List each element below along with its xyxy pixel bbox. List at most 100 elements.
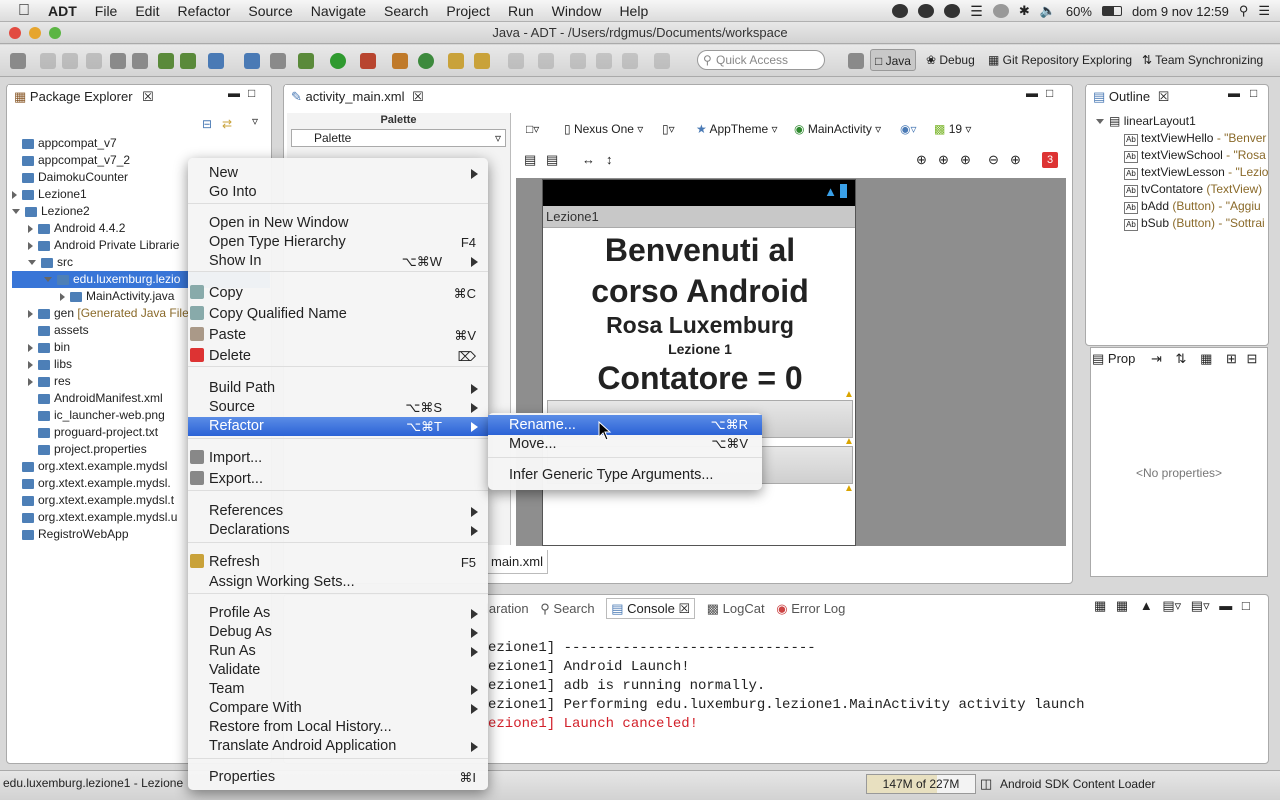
bluetooth-icon[interactable]: ✱ [1019, 3, 1030, 19]
debug-icon[interactable] [298, 53, 314, 69]
outline-item[interactable]: Ab textViewLesson - "Lezio [1096, 164, 1268, 181]
menu-item-copy[interactable]: Copy ⌘C [188, 284, 488, 303]
minimize-view-icon[interactable]: ▬ [228, 86, 240, 100]
maximize-outline-icon[interactable]: □ [1250, 86, 1257, 100]
outline-item[interactable]: Ab bSub (Button) - "Sottrai [1096, 215, 1268, 232]
menu-item-paste[interactable]: Paste ⌘V [188, 326, 488, 345]
open-perspective-icon[interactable] [848, 53, 864, 69]
save-icon[interactable] [40, 53, 56, 69]
outline-item[interactable]: Ab textViewSchool - "Rosa [1096, 147, 1268, 164]
text-school[interactable]: Rosa Luxemburg [543, 312, 857, 339]
memory-monitor[interactable]: 147M of 227M [866, 774, 976, 794]
orientation-selector[interactable]: ▯▿ [662, 118, 675, 140]
sdk-manager-icon[interactable] [158, 53, 174, 69]
tab-logcat[interactable]: ▩ LogCat [707, 601, 765, 616]
outline-item[interactable]: Ab bAdd (Button) - "Aggiu [1096, 198, 1268, 215]
tree-item[interactable]: appcompat_v7 [12, 135, 270, 152]
time-machine-icon[interactable] [992, 4, 1009, 18]
error-count-badge[interactable]: 3 [1042, 152, 1058, 168]
next-annotation-icon[interactable] [508, 53, 524, 69]
lint-icon[interactable] [208, 53, 224, 69]
menu-item-export[interactable]: Export... [188, 470, 488, 489]
locale-selector[interactable]: ◉▿ [900, 118, 917, 140]
expand-toggle-icon[interactable] [12, 190, 17, 199]
layout-grid-icon[interactable]: ▤ [524, 152, 536, 168]
properties-tab[interactable]: ▤ Prop ⇥ ⇅ ▦ ⊞ ⊟ [1092, 349, 1257, 369]
outline-item[interactable]: ▤ linearLayout1 [1096, 113, 1268, 130]
menu-window[interactable]: Window [543, 3, 611, 19]
menu-item-refactor[interactable]: Refactor ⌥⌘T [188, 417, 488, 436]
menu-edit[interactable]: Edit [126, 3, 168, 19]
tab-search[interactable]: ⚲ Search [540, 601, 594, 616]
clear-console-icon[interactable]: ▦ [1094, 598, 1106, 613]
palette-select[interactable]: Palette ▿ [291, 129, 506, 147]
quick-access-input[interactable]: ⚲ Quick Access [697, 50, 825, 70]
run-icon[interactable] [330, 53, 346, 69]
save-all-icon[interactable] [62, 53, 78, 69]
outline-item[interactable]: Ab textViewHello - "Benver [1096, 130, 1268, 147]
menu-item-debug-as[interactable]: Debug As [188, 623, 488, 642]
expand-toggle-icon[interactable] [28, 343, 33, 352]
menu-item-copy-qualified-name[interactable]: Copy Qualified Name [188, 305, 488, 324]
show-categories-icon[interactable]: ⇥ [1151, 351, 1162, 366]
perspective-debug[interactable]: ❀ Debug [922, 49, 979, 71]
expand-toggle-icon[interactable] [28, 309, 33, 318]
maximize-console-icon[interactable]: □ [1242, 598, 1250, 613]
zoom-fit-icon[interactable]: ⊕ [938, 152, 949, 168]
expand-toggle-icon[interactable] [44, 277, 52, 283]
spotlight-icon[interactable]: ⚲ [1239, 3, 1249, 19]
external-tools-icon[interactable] [360, 53, 376, 69]
print-icon[interactable] [86, 53, 102, 69]
expand-toggle-icon[interactable] [12, 209, 20, 215]
menu-project[interactable]: Project [437, 3, 499, 19]
fill-height-icon[interactable]: ↕ [606, 152, 613, 167]
tab-declaration[interactable]: laration [486, 601, 529, 616]
prev-annotation-icon[interactable] [538, 53, 554, 69]
menu-item-restore-from-local-history[interactable]: Restore from Local History... [188, 718, 488, 737]
text-welcome[interactable]: Benvenuti al corso Android [543, 230, 857, 312]
new-icon[interactable] [10, 53, 26, 69]
menu-item-open-in-new-window[interactable]: Open in New Window [188, 214, 488, 233]
upload-icon[interactable] [110, 53, 126, 69]
menu-item-new[interactable]: New [188, 164, 488, 183]
wifi-icon[interactable]: ☰ [970, 3, 983, 20]
menu-run[interactable]: Run [499, 3, 543, 19]
open-console-icon[interactable]: ▤▿ [1191, 598, 1210, 613]
menu-item-go-into[interactable]: Go Into [188, 183, 488, 202]
submenu-item-infer-generic-type-arguments[interactable]: Infer Generic Type Arguments... [488, 465, 762, 485]
menu-search[interactable]: Search [375, 3, 437, 19]
link-editor-icon[interactable]: ⇄ [222, 117, 232, 131]
filter-icon[interactable]: ▦ [1200, 351, 1212, 366]
pin-editor-icon[interactable] [622, 53, 638, 69]
open-type-icon[interactable] [448, 53, 464, 69]
new-android-project-icon[interactable] [244, 53, 260, 69]
new-java-package-icon[interactable] [392, 53, 408, 69]
submenu-item-move[interactable]: Move... ⌥⌘V [488, 434, 762, 454]
text-counter[interactable]: Contatore = 0 [543, 360, 857, 397]
activity-selector[interactable]: ◉ MainActivity ▿ [794, 118, 881, 140]
evernote-icon[interactable] [918, 4, 935, 18]
expand-toggle-icon[interactable] [28, 377, 33, 386]
tab-activity-main[interactable]: ✎ activity_main.xml ☒ [285, 85, 435, 109]
package-explorer-tab[interactable]: ▦ Package Explorer ☒ [8, 85, 158, 109]
menu-item-open-type-hierarchy[interactable]: Open Type Hierarchy F4 [188, 233, 488, 252]
expand-toggle-icon[interactable] [28, 241, 33, 250]
minimize-window-button[interactable] [29, 27, 41, 39]
close-window-button[interactable] [9, 27, 21, 39]
menu-item-assign-working-sets[interactable]: Assign Working Sets... [188, 573, 488, 592]
display-console-icon[interactable]: ▤▿ [1162, 598, 1181, 613]
outline-tab[interactable]: ▤ Outline ☒ [1087, 85, 1177, 109]
download-icon[interactable] [132, 53, 148, 69]
menu-refactor[interactable]: Refactor [168, 3, 239, 19]
menu-item-declarations[interactable]: Declarations [188, 521, 488, 540]
close-tab-icon[interactable]: ☒ [412, 89, 424, 104]
search-toolbar-icon[interactable] [474, 53, 490, 69]
menu-item-import[interactable]: Import... [188, 449, 488, 468]
perspective-java[interactable]: □ Java [870, 49, 916, 71]
gc-trash-icon[interactable]: ◫ [980, 776, 992, 792]
zoom-100-icon[interactable]: ⊕ [960, 152, 971, 168]
perspective-team-sync[interactable]: ⇅ Team Synchronizing [1138, 49, 1267, 71]
menu-item-build-path[interactable]: Build Path [188, 379, 488, 398]
skip-breakpoints-icon[interactable] [270, 53, 286, 69]
maximize-editor-icon[interactable]: □ [1046, 86, 1053, 100]
